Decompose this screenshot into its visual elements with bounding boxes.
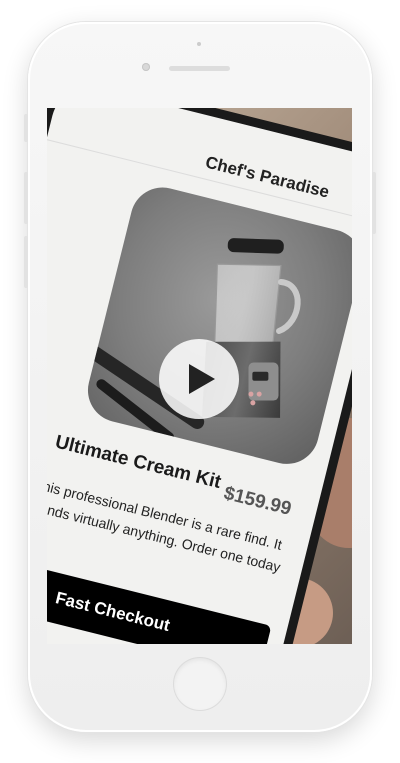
product-image bbox=[81, 180, 352, 471]
store-name: Chef's Paradise bbox=[203, 152, 332, 202]
mute-switch bbox=[24, 114, 28, 142]
blender-illustration bbox=[85, 238, 301, 443]
earpiece-speaker bbox=[169, 66, 230, 71]
home-button[interactable] bbox=[174, 658, 226, 710]
product-price: $159.99 bbox=[221, 482, 294, 520]
play-button[interactable] bbox=[159, 339, 239, 419]
proximity-sensor bbox=[197, 42, 201, 46]
volume-down-button bbox=[24, 236, 28, 288]
power-button bbox=[372, 172, 376, 234]
checkout-button[interactable]: Fast Checkout bbox=[47, 558, 272, 644]
play-icon bbox=[189, 364, 215, 394]
front-camera bbox=[142, 63, 150, 71]
volume-up-button bbox=[24, 172, 28, 224]
add-to-cart-link[interactable]: Add to cart bbox=[47, 632, 69, 644]
